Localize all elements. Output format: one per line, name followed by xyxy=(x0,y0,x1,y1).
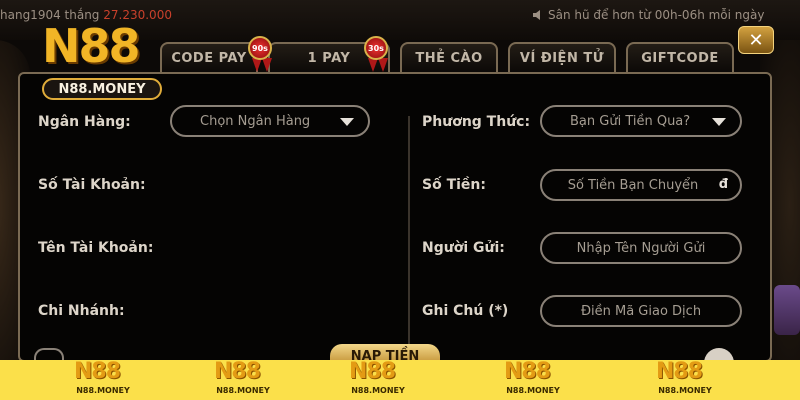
footer-logo-domain: N88.MONEY xyxy=(506,386,560,395)
brand-logo: N88 N88.MONEY xyxy=(42,22,166,102)
footer-logo: N88 N88.MONEY xyxy=(652,359,718,398)
footer-logo: N88 N88.MONEY xyxy=(345,359,411,398)
tab-giftcode[interactable]: GIFTCODE xyxy=(626,42,734,72)
sender-placeholder: Nhập Tên Người Gửi xyxy=(576,240,706,256)
timer-badge: 90s xyxy=(248,36,272,60)
speaker-icon[interactable] xyxy=(532,9,544,21)
footer-logo-mark: N88 xyxy=(504,359,551,384)
badge-ribbon xyxy=(378,58,388,72)
badge-ribbon xyxy=(368,58,378,72)
tab-the-cao[interactable]: THẺ CÀO xyxy=(400,42,498,72)
footer-logo-mark: N88 xyxy=(656,359,703,384)
footer-logo: N88 N88.MONEY xyxy=(70,359,136,398)
logo-mark: N88 xyxy=(42,19,141,73)
account-name-label: Tên Tài Khoản: xyxy=(38,240,154,256)
footer-logo-domain: N88.MONEY xyxy=(216,386,270,395)
footer-logo-mark: N88 xyxy=(349,359,396,384)
tab-label: VÍ ĐIỆN TỬ xyxy=(519,50,605,66)
tab-code-pay[interactable]: CODE PAY xyxy=(160,42,258,72)
method-select-value: Bạn Gửi Tiền Qua? xyxy=(570,113,691,129)
bank-label: Ngân Hàng: xyxy=(38,114,131,130)
transaction-code-input[interactable]: Điền Mã Giao Dịch xyxy=(540,295,742,327)
sender-label: Người Gửi: xyxy=(422,240,505,256)
footer-logo-domain: N88.MONEY xyxy=(351,386,405,395)
tab-label: CODE PAY xyxy=(171,50,247,66)
timer-badge: 30s xyxy=(364,36,388,60)
close-icon: ✕ xyxy=(748,29,764,51)
tab-vi-dien-tu[interactable]: VÍ ĐIỆN TỬ xyxy=(508,42,616,72)
bank-select-value: Chọn Ngân Hàng xyxy=(200,113,311,129)
note-placeholder: Điền Mã Giao Dịch xyxy=(580,303,702,319)
close-button[interactable]: ✕ xyxy=(738,26,774,54)
amount-label: Số Tiền: xyxy=(422,177,486,193)
method-select[interactable]: Bạn Gửi Tiền Qua? xyxy=(540,105,742,137)
form-divider xyxy=(408,116,410,346)
note-label: Ghi Chú (*) xyxy=(422,303,509,319)
branch-label: Chi Nhánh: xyxy=(38,303,125,319)
footer-logo-mark: N88 xyxy=(74,359,121,384)
footer-logo-domain: N88.MONEY xyxy=(658,386,712,395)
currency-symbol: đ xyxy=(718,177,728,192)
sender-input[interactable]: Nhập Tên Người Gửi xyxy=(540,232,742,264)
badge-ribbon xyxy=(252,58,262,72)
amount-input[interactable]: Số Tiền Bạn Chuyển đ xyxy=(540,169,742,201)
footer-logo: N88 N88.MONEY xyxy=(210,359,276,398)
badge-ribbon xyxy=(262,58,272,72)
footer-logo-domain: N88.MONEY xyxy=(76,386,130,395)
jackpot-notice: Sân hũ để hơn từ 00h-06h mỗi ngày xyxy=(548,8,765,22)
bank-select[interactable]: Chọn Ngân Hàng xyxy=(170,105,370,137)
tab-label: THẺ CÀO xyxy=(415,50,483,66)
footer-logo: N88 N88.MONEY xyxy=(500,359,566,398)
side-game-thumbnail[interactable] xyxy=(774,285,800,335)
amount-placeholder: Số Tiền Bạn Chuyển xyxy=(567,177,699,193)
chevron-down-icon xyxy=(712,118,726,126)
logo-domain: N88.MONEY xyxy=(42,78,162,100)
footer-logo-mark: N88 xyxy=(214,359,261,384)
brand-footer-banner: N88 N88.MONEY N88 N88.MONEY N88 N88.MONE… xyxy=(0,360,800,400)
tab-label: GIFTCODE xyxy=(641,50,719,66)
tab-label: 1 PAY xyxy=(307,50,351,66)
account-number-label: Số Tài Khoản: xyxy=(38,177,146,193)
chevron-down-icon xyxy=(340,118,354,126)
method-label: Phương Thức: xyxy=(422,114,531,130)
